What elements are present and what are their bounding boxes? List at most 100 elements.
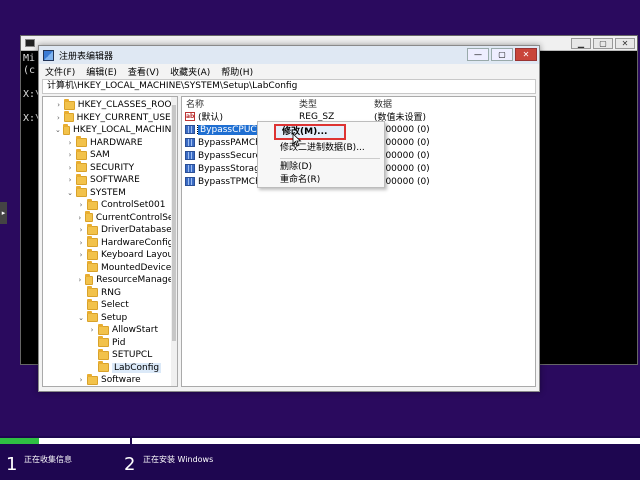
tree-node[interactable]: › CurrentControlSet [43,211,177,225]
tree-node[interactable]: MountedDevices [43,261,177,275]
regedit-app-icon [43,49,54,61]
tree-node-label: HKEY_CURRENT_USER [76,112,177,123]
tree-scroll-thumb[interactable] [172,105,176,341]
context-menu-modify[interactable]: 修改(M)... [274,124,346,140]
context-menu: 修改(M)... 修改二进制数据(B)... 删除(D) 重命名(R) [257,121,385,188]
tree-node-label: ControlSet001 [101,200,166,211]
regedit-window[interactable]: 注册表编辑器 — ▢ ✕ 文件(F) 编辑(E) 查看(V) 收藏夹(A) 帮助… [38,45,540,392]
regedit-titlebar[interactable]: 注册表编辑器 — ▢ ✕ [39,46,539,64]
console-close-button[interactable]: ✕ [615,38,635,49]
menu-file[interactable]: 文件(F) [45,65,75,78]
folder-icon [84,273,94,285]
minimize-button[interactable]: — [467,48,489,61]
chevron-right-icon[interactable]: › [88,326,96,334]
chevron-right-icon[interactable]: › [77,239,85,247]
chevron-right-icon[interactable]: › [77,226,85,234]
tree-node[interactable]: › ControlSet001 [43,198,177,212]
tree-node[interactable]: › HKEY_CLASSES_ROOT [43,98,177,112]
folder-icon [87,298,98,310]
folder-icon [87,248,98,260]
menu-help[interactable]: 帮助(H) [221,65,253,78]
address-bar[interactable]: 计算机\HKEY_LOCAL_MACHINE\SYSTEM\Setup\LabC… [42,79,536,94]
side-expand-tab[interactable]: ▸ [0,202,7,224]
maximize-button[interactable]: ▢ [491,48,513,61]
menu-edit[interactable]: 编辑(E) [86,65,117,78]
tree-node[interactable]: › SAM [43,148,177,162]
folder-icon [87,261,98,273]
context-menu-separator [280,158,380,159]
step1-number: 1 [6,454,18,475]
chevron-right-icon[interactable]: › [77,251,85,259]
tree-node[interactable]: › HARDWARE [43,136,177,150]
folder-icon [84,211,93,223]
tree-node-label: MountedDevices [101,262,176,273]
folder-icon [87,198,98,210]
tree-node[interactable]: › AllowStart [43,323,177,337]
column-name-header[interactable]: 名称 [182,97,295,110]
folder-icon [76,173,87,185]
chevron-right-icon[interactable]: › [77,201,85,209]
tree-node[interactable]: › HKEY_CURRENT_USER [43,111,177,125]
chevron-down-icon[interactable]: ⌄ [77,314,85,322]
folder-icon [87,286,98,298]
key-tree: › HKEY_CLASSES_ROOT › HKEY_CURRENT_USER ⌄ HKE… [42,96,178,387]
tree-node-label: SETUPCL [112,350,153,361]
context-menu-rename[interactable]: 重命名(R) [280,174,320,187]
folder-icon [98,336,109,348]
chevron-right-icon[interactable]: › [55,101,62,109]
console-maximize-button[interactable]: ▢ [593,38,613,49]
chevron-down-icon[interactable]: ⌄ [55,126,61,134]
tree-node-label: HKEY_LOCAL_MACHINE [73,125,177,136]
tree-node[interactable]: › Keyboard Layout [43,248,177,262]
tree-node[interactable]: Select [43,298,177,312]
tree-scrollbar[interactable] [171,97,177,386]
folder-icon [64,98,75,110]
column-data-header[interactable]: 数据 [370,97,392,110]
folder-icon [98,361,109,373]
tree-node-label: HardwareConfig [101,237,174,248]
binary-value-icon [185,138,195,147]
tree-node[interactable]: › SOFTWARE [43,173,177,187]
tree-node-label: Software [101,375,141,386]
tree-node[interactable]: › Software [43,373,177,386]
value-name: (默认) [198,113,224,123]
folder-icon [76,161,87,173]
menu-view[interactable]: 查看(V) [128,65,159,78]
step2-progress-track [132,438,640,444]
tree-node-label: Keyboard Layout [101,250,177,261]
tree-node[interactable]: LabConfig [43,361,177,375]
menu-bar: 文件(F) 编辑(E) 查看(V) 收藏夹(A) 帮助(H) [39,64,539,78]
menu-favorites[interactable]: 收藏夹(A) [170,65,210,78]
chevron-right-icon[interactable]: › [66,151,74,159]
tree-node[interactable]: › ResourceManager [43,273,177,287]
close-button[interactable]: ✕ [515,48,537,61]
tree-node[interactable]: › HardwareConfig [43,236,177,250]
step2-number: 2 [124,454,136,475]
tree-node-label: CurrentControlSet [95,212,177,223]
tree-node[interactable]: › SECURITY [43,161,177,175]
folder-icon [76,186,87,198]
chevron-right-icon[interactable]: › [77,214,83,222]
column-type-header[interactable]: 类型 [295,97,370,110]
tree-node[interactable]: ⌄ SYSTEM [43,186,177,200]
chevron-right-icon[interactable]: › [77,276,83,284]
tree-node[interactable]: › DriverDatabase [43,223,177,237]
tree-node-label: Pid [112,337,126,348]
chevron-right-icon[interactable]: › [66,139,74,147]
tree-node[interactable]: Pid [43,336,177,350]
chevron-right-icon[interactable]: › [77,376,85,384]
chevron-down-icon[interactable]: ⌄ [66,189,74,197]
chevron-right-icon[interactable]: › [66,176,74,184]
tree-node[interactable]: SETUPCL [43,348,177,362]
context-menu-delete[interactable]: 删除(D) [280,161,312,174]
chevron-right-icon[interactable]: › [66,164,74,172]
tree-node[interactable]: ⌄ Setup [43,311,177,325]
chevron-right-icon[interactable]: › [55,114,62,122]
tree-node[interactable]: RNG [43,286,177,300]
folder-icon [87,373,98,385]
console-minimize-button[interactable]: ▁ [571,38,591,49]
tree-node[interactable]: ⌄ HKEY_LOCAL_MACHINE [43,123,177,137]
mouse-cursor-icon [292,133,302,147]
folder-icon [87,236,98,248]
folder-icon [76,136,87,148]
